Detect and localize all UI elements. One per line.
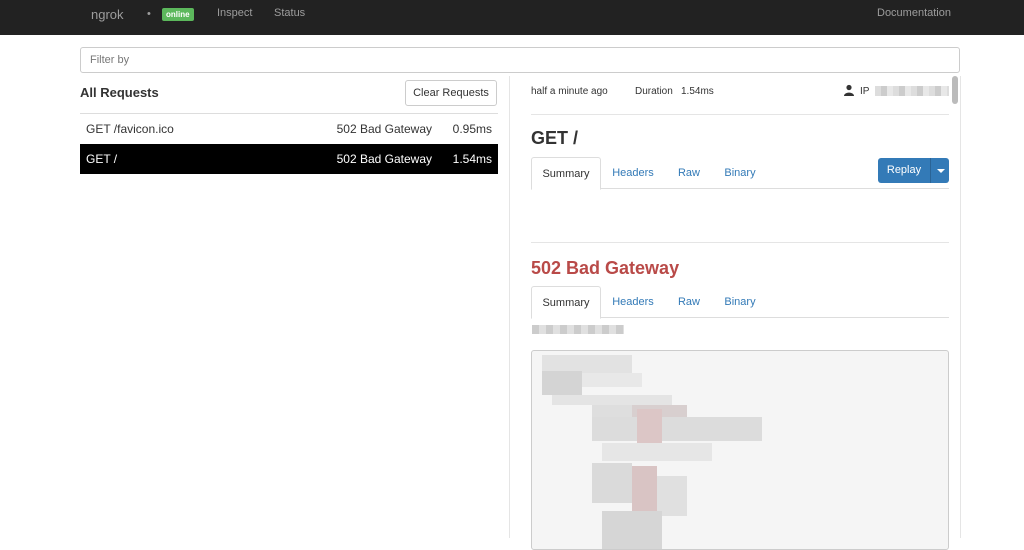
- separator-dot: •: [147, 8, 151, 20]
- divider: [531, 242, 949, 243]
- response-summary-redacted: [532, 325, 624, 334]
- tab-raw[interactable]: Raw: [669, 286, 709, 318]
- request-title: GET /: [531, 128, 579, 148]
- request-duration: 0.95ms: [452, 122, 492, 136]
- nav-status[interactable]: Status: [274, 7, 305, 19]
- request-row[interactable]: GET /favicon.ico 502 Bad Gateway 0.95ms: [80, 114, 498, 144]
- request-duration: 1.54ms: [452, 152, 492, 166]
- status-badge: online: [162, 8, 194, 21]
- tab-headers[interactable]: Headers: [603, 286, 663, 318]
- request-status: 502 Bad Gateway: [336, 152, 432, 166]
- tab-summary[interactable]: Summary: [531, 157, 601, 190]
- request-row-selected[interactable]: GET / 502 Bad Gateway 1.54ms: [80, 144, 498, 174]
- scrollbar[interactable]: [952, 76, 958, 104]
- nav-inspect[interactable]: Inspect: [217, 7, 252, 19]
- tab-raw[interactable]: Raw: [669, 157, 709, 189]
- duration-value: 1.54ms: [681, 86, 714, 97]
- tab-binary[interactable]: Binary: [717, 157, 763, 189]
- request-path: GET /favicon.ico: [86, 122, 174, 136]
- filter-input[interactable]: [80, 47, 960, 73]
- replay-button[interactable]: Replay: [878, 158, 930, 183]
- response-tabs: Summary Headers Raw Binary: [531, 286, 949, 319]
- request-status: 502 Bad Gateway: [336, 122, 432, 136]
- ip-value-redacted: [875, 86, 949, 96]
- nav-documentation[interactable]: Documentation: [877, 7, 951, 19]
- divider: [531, 114, 949, 115]
- duration-label: Duration: [635, 86, 673, 97]
- user-icon: [844, 84, 854, 96]
- tab-summary[interactable]: Summary: [531, 286, 601, 319]
- navbar: ngrok • online Inspect Status Documentat…: [0, 0, 1024, 35]
- brand-logo[interactable]: ngrok: [91, 7, 124, 22]
- clear-requests-button[interactable]: Clear Requests: [405, 80, 497, 106]
- tab-binary[interactable]: Binary: [717, 286, 763, 318]
- tab-headers[interactable]: Headers: [603, 157, 663, 189]
- all-requests-title: All Requests: [80, 85, 159, 100]
- response-title: 502 Bad Gateway: [531, 258, 680, 278]
- panel-divider: [509, 76, 510, 538]
- time-ago: half a minute ago: [531, 86, 608, 97]
- caret-down-icon[interactable]: [930, 158, 949, 183]
- replay-button-group: Replay: [878, 158, 949, 183]
- ip-label: IP: [860, 86, 870, 97]
- request-path: GET /: [86, 152, 118, 166]
- panel-border: [960, 76, 961, 538]
- response-body-redacted: [531, 350, 949, 550]
